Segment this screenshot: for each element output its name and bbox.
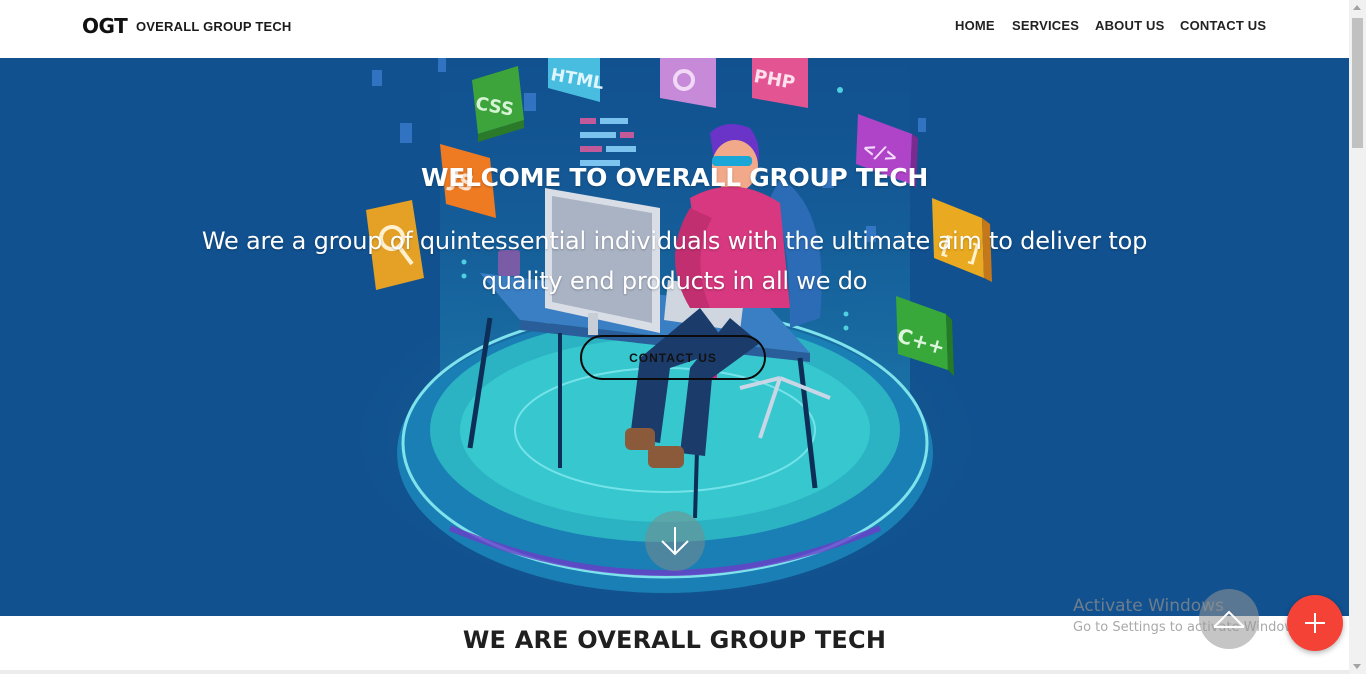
fab-add-button[interactable]: [1287, 595, 1343, 651]
deco-square: [524, 93, 536, 111]
plus-icon: [1305, 613, 1325, 633]
page-scrollbar[interactable]: [1349, 0, 1366, 674]
chevron-up-icon: [1213, 610, 1245, 628]
logo[interactable]: OGT: [82, 14, 128, 38]
nav-home[interactable]: HOME: [955, 18, 995, 33]
nav-about-us[interactable]: ABOUT US: [1095, 18, 1165, 33]
deco-dot: [843, 311, 849, 317]
scroll-down-arrow-icon[interactable]: [1353, 664, 1361, 669]
nav-contact-us[interactable]: CONTACT US: [1180, 18, 1266, 33]
deco-dot: [843, 325, 849, 331]
bottom-divider: [0, 670, 1349, 674]
hero-section: CSS HTML PHP </> JS [] C++ WELCOME TO O…: [0, 58, 1349, 616]
deco-square: [918, 118, 926, 132]
arrow-down-icon: [661, 527, 689, 556]
deco-square: [438, 58, 446, 72]
activate-windows-subtitle: Go to Settings to activate Windows.: [1073, 620, 1306, 635]
navbar: OGT OVERALL GROUP TECH HOME SERVICES ABO…: [0, 0, 1349, 58]
contact-us-button[interactable]: CONTACT US: [580, 335, 766, 380]
scroll-up-arrow-icon[interactable]: [1353, 5, 1361, 10]
deco-dot: [837, 87, 843, 93]
deco-square: [372, 70, 382, 86]
back-to-top-button[interactable]: [1199, 589, 1259, 649]
brand-name[interactable]: OVERALL GROUP TECH: [136, 19, 292, 34]
hero-subtitle: We are a group of quintessential individ…: [201, 227, 1148, 295]
deco-square: [400, 123, 412, 143]
hero-title: WELCOME TO OVERALL GROUP TECH: [420, 163, 929, 192]
scrollbar-thumb[interactable]: [1352, 18, 1363, 148]
nav-services[interactable]: SERVICES: [1012, 18, 1079, 33]
scroll-down-button[interactable]: [645, 511, 705, 571]
